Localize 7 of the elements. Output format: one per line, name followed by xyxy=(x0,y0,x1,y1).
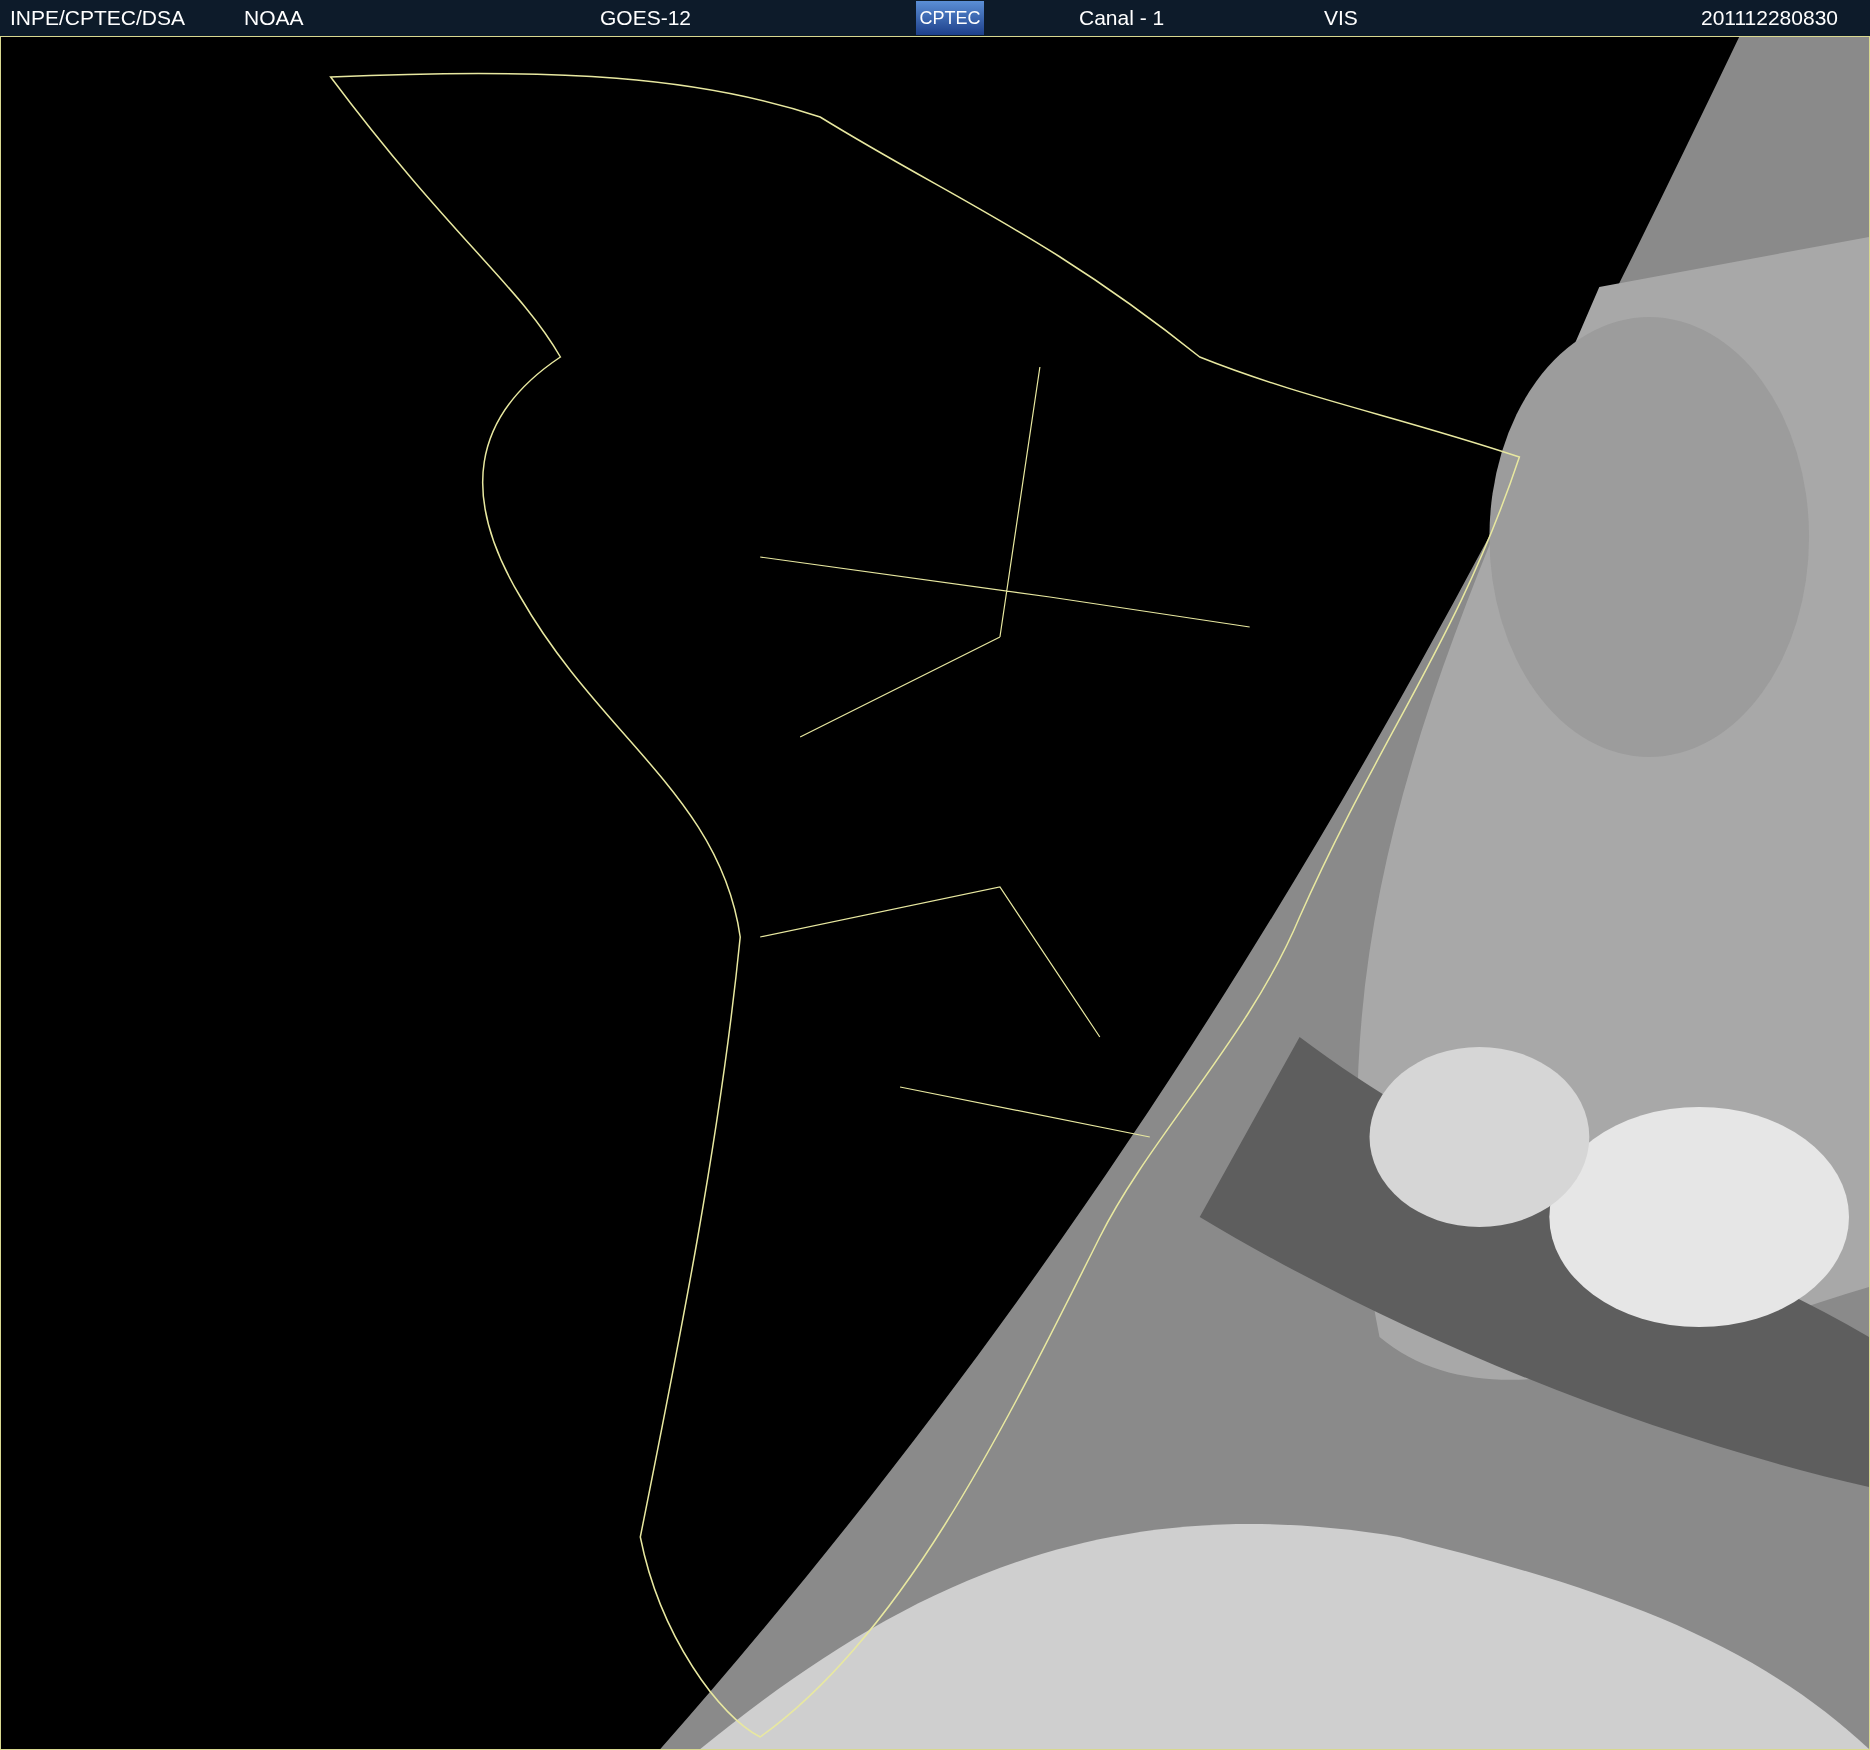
logo: CPTEC xyxy=(916,1,984,35)
timestamp-label: 201112280830 xyxy=(1700,5,1838,32)
agency-label: NOAA xyxy=(244,5,305,32)
band-label: VIS xyxy=(1324,5,1358,32)
channel-label: Canal - 1 xyxy=(1079,5,1166,32)
source-label: INPE/CPTEC/DSA xyxy=(10,5,187,32)
satellite-label: GOES-12 xyxy=(600,5,693,32)
